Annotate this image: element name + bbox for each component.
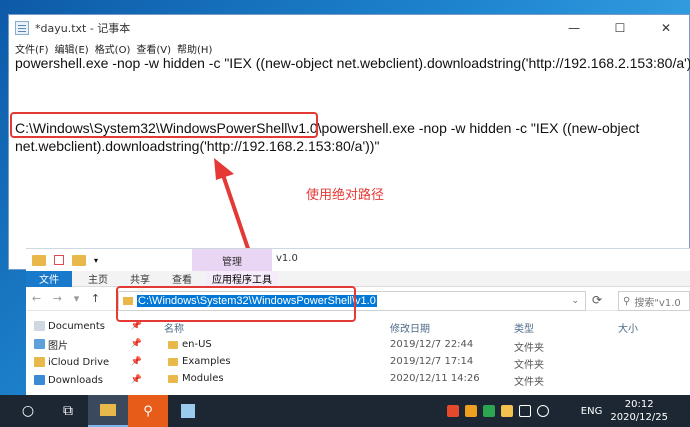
chevron-up-icon[interactable] bbox=[555, 405, 567, 417]
search-app-icon[interactable]: ⚲ bbox=[128, 395, 168, 427]
folder-icon bbox=[32, 254, 46, 266]
minimize-button[interactable]: — bbox=[551, 15, 597, 41]
column-size[interactable]: 大小 bbox=[618, 320, 638, 335]
tab-manage[interactable]: 管理 bbox=[192, 249, 272, 271]
column-type[interactable]: 类型 bbox=[514, 320, 534, 335]
sidebar-item-pictures[interactable]: 图片 📌 bbox=[26, 335, 144, 353]
pin-icon: 📌 bbox=[130, 339, 142, 349]
forward-icon[interactable]: → bbox=[53, 292, 62, 305]
tab-view[interactable]: 查看 bbox=[172, 271, 192, 286]
dropdown-icon[interactable]: ▾ bbox=[94, 256, 98, 265]
tab-share[interactable]: 共享 bbox=[130, 271, 150, 286]
search-input[interactable]: ⚲ 搜索"v1.0 bbox=[618, 291, 690, 311]
close-button[interactable]: ✕ bbox=[643, 15, 689, 41]
sidebar-item-downloads[interactable]: Downloads 📌 bbox=[26, 371, 144, 389]
clock-time: 20:12 bbox=[624, 399, 654, 410]
path-highlight-box bbox=[10, 112, 318, 138]
notepad-taskbar-icon[interactable] bbox=[168, 395, 208, 427]
ribbon-tabs: 文件 主页 共享 查看 应用程序工具 bbox=[26, 270, 690, 287]
explorer-title: v1.0 bbox=[276, 253, 298, 264]
folder-icon bbox=[168, 341, 178, 349]
annotation-text: 使用绝对路径 bbox=[306, 188, 385, 203]
table-row[interactable]: en-US 2019/12/7 22:44 文件夹 bbox=[158, 337, 690, 354]
taskbar: ○ ⧉ ⚲ ENG 20:12 2020/12/25 bbox=[0, 395, 690, 427]
chevron-down-icon[interactable]: ⌄ bbox=[571, 296, 579, 306]
sidebar-item-icloud[interactable]: iCloud Drive 📌 bbox=[26, 353, 144, 371]
notepad-window: *dayu.txt - 记事本 — ☐ ✕ 文件(F) 编辑(E) 格式(O) … bbox=[8, 14, 690, 270]
icloud-icon bbox=[34, 357, 45, 367]
nav-pane: Documents 📌 图片 📌 iCloud Drive 📌 Downloads 📌 bbox=[26, 317, 144, 389]
input-language[interactable]: ENG bbox=[581, 406, 603, 417]
folder-icon bbox=[168, 358, 178, 366]
app-tray-icon[interactable] bbox=[446, 405, 459, 417]
clock[interactable]: 20:12 2020/12/25 bbox=[610, 398, 668, 424]
refresh-icon[interactable]: ⟳ bbox=[592, 293, 602, 307]
recent-icon[interactable]: ▾ bbox=[74, 292, 80, 305]
address-highlight-box bbox=[116, 286, 356, 322]
tab-home[interactable]: 主页 bbox=[88, 271, 108, 286]
explorer-body: Documents 📌 图片 📌 iCloud Drive 📌 Downloads 📌 … bbox=[26, 317, 690, 396]
pin-icon: 📌 bbox=[130, 375, 142, 385]
text-line-1[interactable]: powershell.exe -nop -w hidden -c "IEX ((… bbox=[15, 55, 690, 71]
checkbox-icon[interactable] bbox=[54, 255, 64, 265]
table-row[interactable]: Examples 2019/12/7 17:14 文件夹 bbox=[158, 354, 690, 371]
up-icon[interactable]: ↑ bbox=[91, 292, 100, 305]
maximize-button[interactable]: ☐ bbox=[597, 15, 643, 41]
app-tray-icon[interactable] bbox=[482, 405, 495, 417]
task-view-icon[interactable]: ⧉ bbox=[48, 395, 88, 427]
column-date[interactable]: 修改日期 bbox=[390, 320, 430, 335]
notepad-title: *dayu.txt - 记事本 bbox=[35, 22, 131, 35]
column-name[interactable]: 名称 bbox=[164, 320, 184, 335]
pictures-icon bbox=[34, 339, 45, 349]
tab-app-tools[interactable]: 应用程序工具 bbox=[206, 270, 278, 287]
back-icon[interactable]: ← bbox=[32, 292, 41, 305]
app-tray-icon[interactable] bbox=[500, 405, 513, 417]
search-icon: ⚲ bbox=[623, 295, 631, 307]
volume-icon[interactable] bbox=[536, 405, 549, 417]
pin-icon: 📌 bbox=[130, 321, 142, 331]
downloads-icon bbox=[34, 375, 45, 385]
system-tray: ENG 20:12 2020/12/25 bbox=[446, 395, 690, 427]
shield-icon[interactable] bbox=[464, 405, 477, 417]
search-placeholder: 搜索"v1.0 bbox=[634, 297, 681, 309]
clock-date: 2020/12/25 bbox=[610, 412, 668, 423]
folder-icon bbox=[168, 375, 178, 383]
quick-access-toolbar: ▾ bbox=[26, 249, 690, 271]
documents-icon bbox=[34, 321, 45, 331]
search-circle-icon[interactable]: ○ bbox=[8, 395, 48, 427]
file-explorer-icon[interactable] bbox=[88, 395, 128, 427]
tab-file[interactable]: 文件 bbox=[26, 270, 72, 287]
network-icon[interactable] bbox=[518, 405, 531, 417]
file-list: en-US 2019/12/7 22:44 文件夹 Examples 2019/… bbox=[158, 337, 690, 388]
folder-icon bbox=[72, 254, 86, 266]
pin-icon: 📌 bbox=[130, 357, 142, 367]
table-row[interactable]: Modules 2020/12/11 14:26 文件夹 bbox=[158, 371, 690, 388]
notepad-icon bbox=[15, 21, 29, 35]
